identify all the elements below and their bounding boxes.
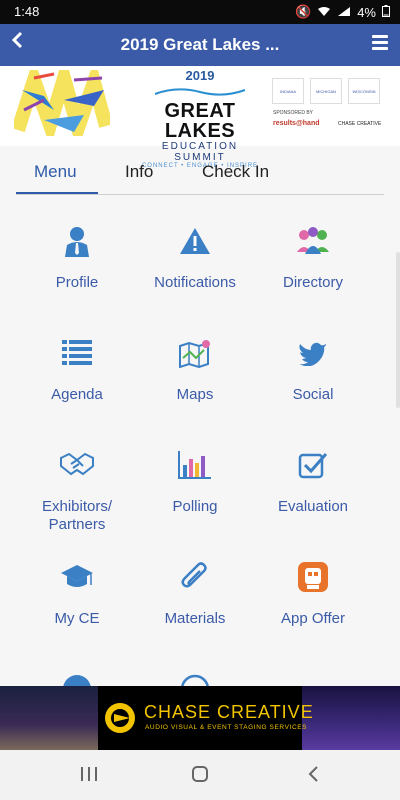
menu-item-label: Exhibitors/ Partners (41, 498, 113, 533)
menu-item-label: App Offer (281, 610, 345, 627)
menu-item-app-offer[interactable]: App Offer (254, 560, 372, 628)
battery-icon (382, 4, 390, 20)
menu-item-materials[interactable]: Materials (136, 560, 254, 628)
tab-menu[interactable]: Menu (34, 162, 77, 182)
sponsor-ad-banner[interactable]: CHASE CREATIVE AUDIO VISUAL & EVENT STAG… (0, 686, 400, 750)
twitter-icon (254, 336, 372, 370)
wave-icon (154, 88, 246, 96)
hamburger-menu-button[interactable] (372, 32, 388, 53)
menu-item-label: Directory (282, 274, 343, 291)
menu-item-label: Evaluation (277, 498, 349, 515)
signal-icon (337, 5, 351, 20)
summit-year: 2019 (185, 68, 215, 83)
sponsor-logo: CHASE CREATIVE (338, 121, 382, 127)
handshake-icon (18, 448, 136, 482)
ad-subtitle: AUDIO VISUAL & EVENT STAGING SERVICES (145, 724, 308, 731)
menu-item-label: My CE (54, 610, 100, 627)
notifications-icon (136, 224, 254, 258)
partner-logos: INDIANA MICHIGAN WISCONSIN (272, 78, 380, 104)
partner-logo: INDIANA (272, 78, 304, 104)
recent-apps-icon[interactable] (80, 762, 98, 788)
menu-item-label: Notifications (154, 274, 236, 291)
wifi-icon (317, 5, 331, 20)
polling-icon (136, 448, 254, 482)
menu-item-label: Maps (176, 386, 214, 403)
directory-icon (254, 224, 372, 258)
scroll-handle[interactable] (396, 252, 400, 408)
menu-item-directory[interactable]: Directory (254, 224, 372, 292)
scribble-logo-icon (11, 52, 113, 152)
tab-check-in[interactable]: Check In (202, 162, 269, 182)
partner-logo: MICHIGAN (310, 78, 342, 104)
menu-item-label: Social (292, 386, 334, 403)
back-nav-icon[interactable] (306, 762, 320, 788)
menu-item-evaluation[interactable]: Evaluation (254, 448, 372, 516)
stage-photo-left (0, 686, 98, 750)
battery-percent: 4% (357, 4, 376, 20)
tab-bar: Menu Info Check In (16, 154, 384, 195)
sponsored-by-label: SPONSORED BY (273, 110, 314, 116)
menu-item-social[interactable]: Social (254, 336, 372, 404)
tab-info[interactable]: Info (125, 162, 153, 182)
menu-item-polling[interactable]: Polling (136, 448, 254, 516)
status-icons: 🔇 4% (295, 4, 390, 20)
system-nav-bar (0, 750, 400, 800)
status-bar: 1:48 🔇 4% (0, 0, 400, 24)
evaluation-icon (254, 448, 372, 482)
summit-title: GREAT LAKES (164, 100, 236, 142)
menu-item-notifications[interactable]: Notifications (136, 224, 254, 292)
app-bar: 2019 Great Lakes ... (0, 24, 400, 66)
menu-item-label: Agenda (51, 386, 103, 403)
hamburger-icon (372, 35, 388, 38)
profile-icon (18, 224, 136, 258)
home-icon[interactable] (191, 762, 209, 788)
menu-item-my-ce[interactable]: My CE (18, 560, 136, 628)
app-offer-icon (254, 560, 372, 594)
stage-photo-right (302, 686, 400, 750)
mute-icon: 🔇 (295, 4, 312, 19)
status-time: 1:48 (14, 4, 40, 19)
menu-item-exhibitors[interactable]: Exhibitors/ Partners (18, 448, 136, 534)
active-tab-indicator (16, 192, 98, 194)
menu-item-profile[interactable]: Profile (18, 224, 136, 292)
menu-item-label: Materials (164, 610, 226, 627)
graduation-cap-icon (18, 560, 136, 594)
partner-logo: WISCONSIN (348, 78, 380, 104)
menu-item-label: Profile (55, 274, 99, 291)
menu-item-label: Polling (172, 498, 218, 515)
chase-creative-logo-icon (105, 703, 135, 733)
ad-brand-name: CHASE CREATIVE (144, 702, 314, 722)
app-title: 2019 Great Lakes ... (120, 35, 280, 54)
sponsor-logo: results@hand (273, 120, 320, 127)
menu-item-agenda[interactable]: Agenda (18, 336, 136, 404)
paperclip-icon (136, 560, 254, 594)
maps-icon (136, 336, 254, 370)
agenda-icon (18, 336, 136, 370)
menu-item-maps[interactable]: Maps (136, 336, 254, 404)
